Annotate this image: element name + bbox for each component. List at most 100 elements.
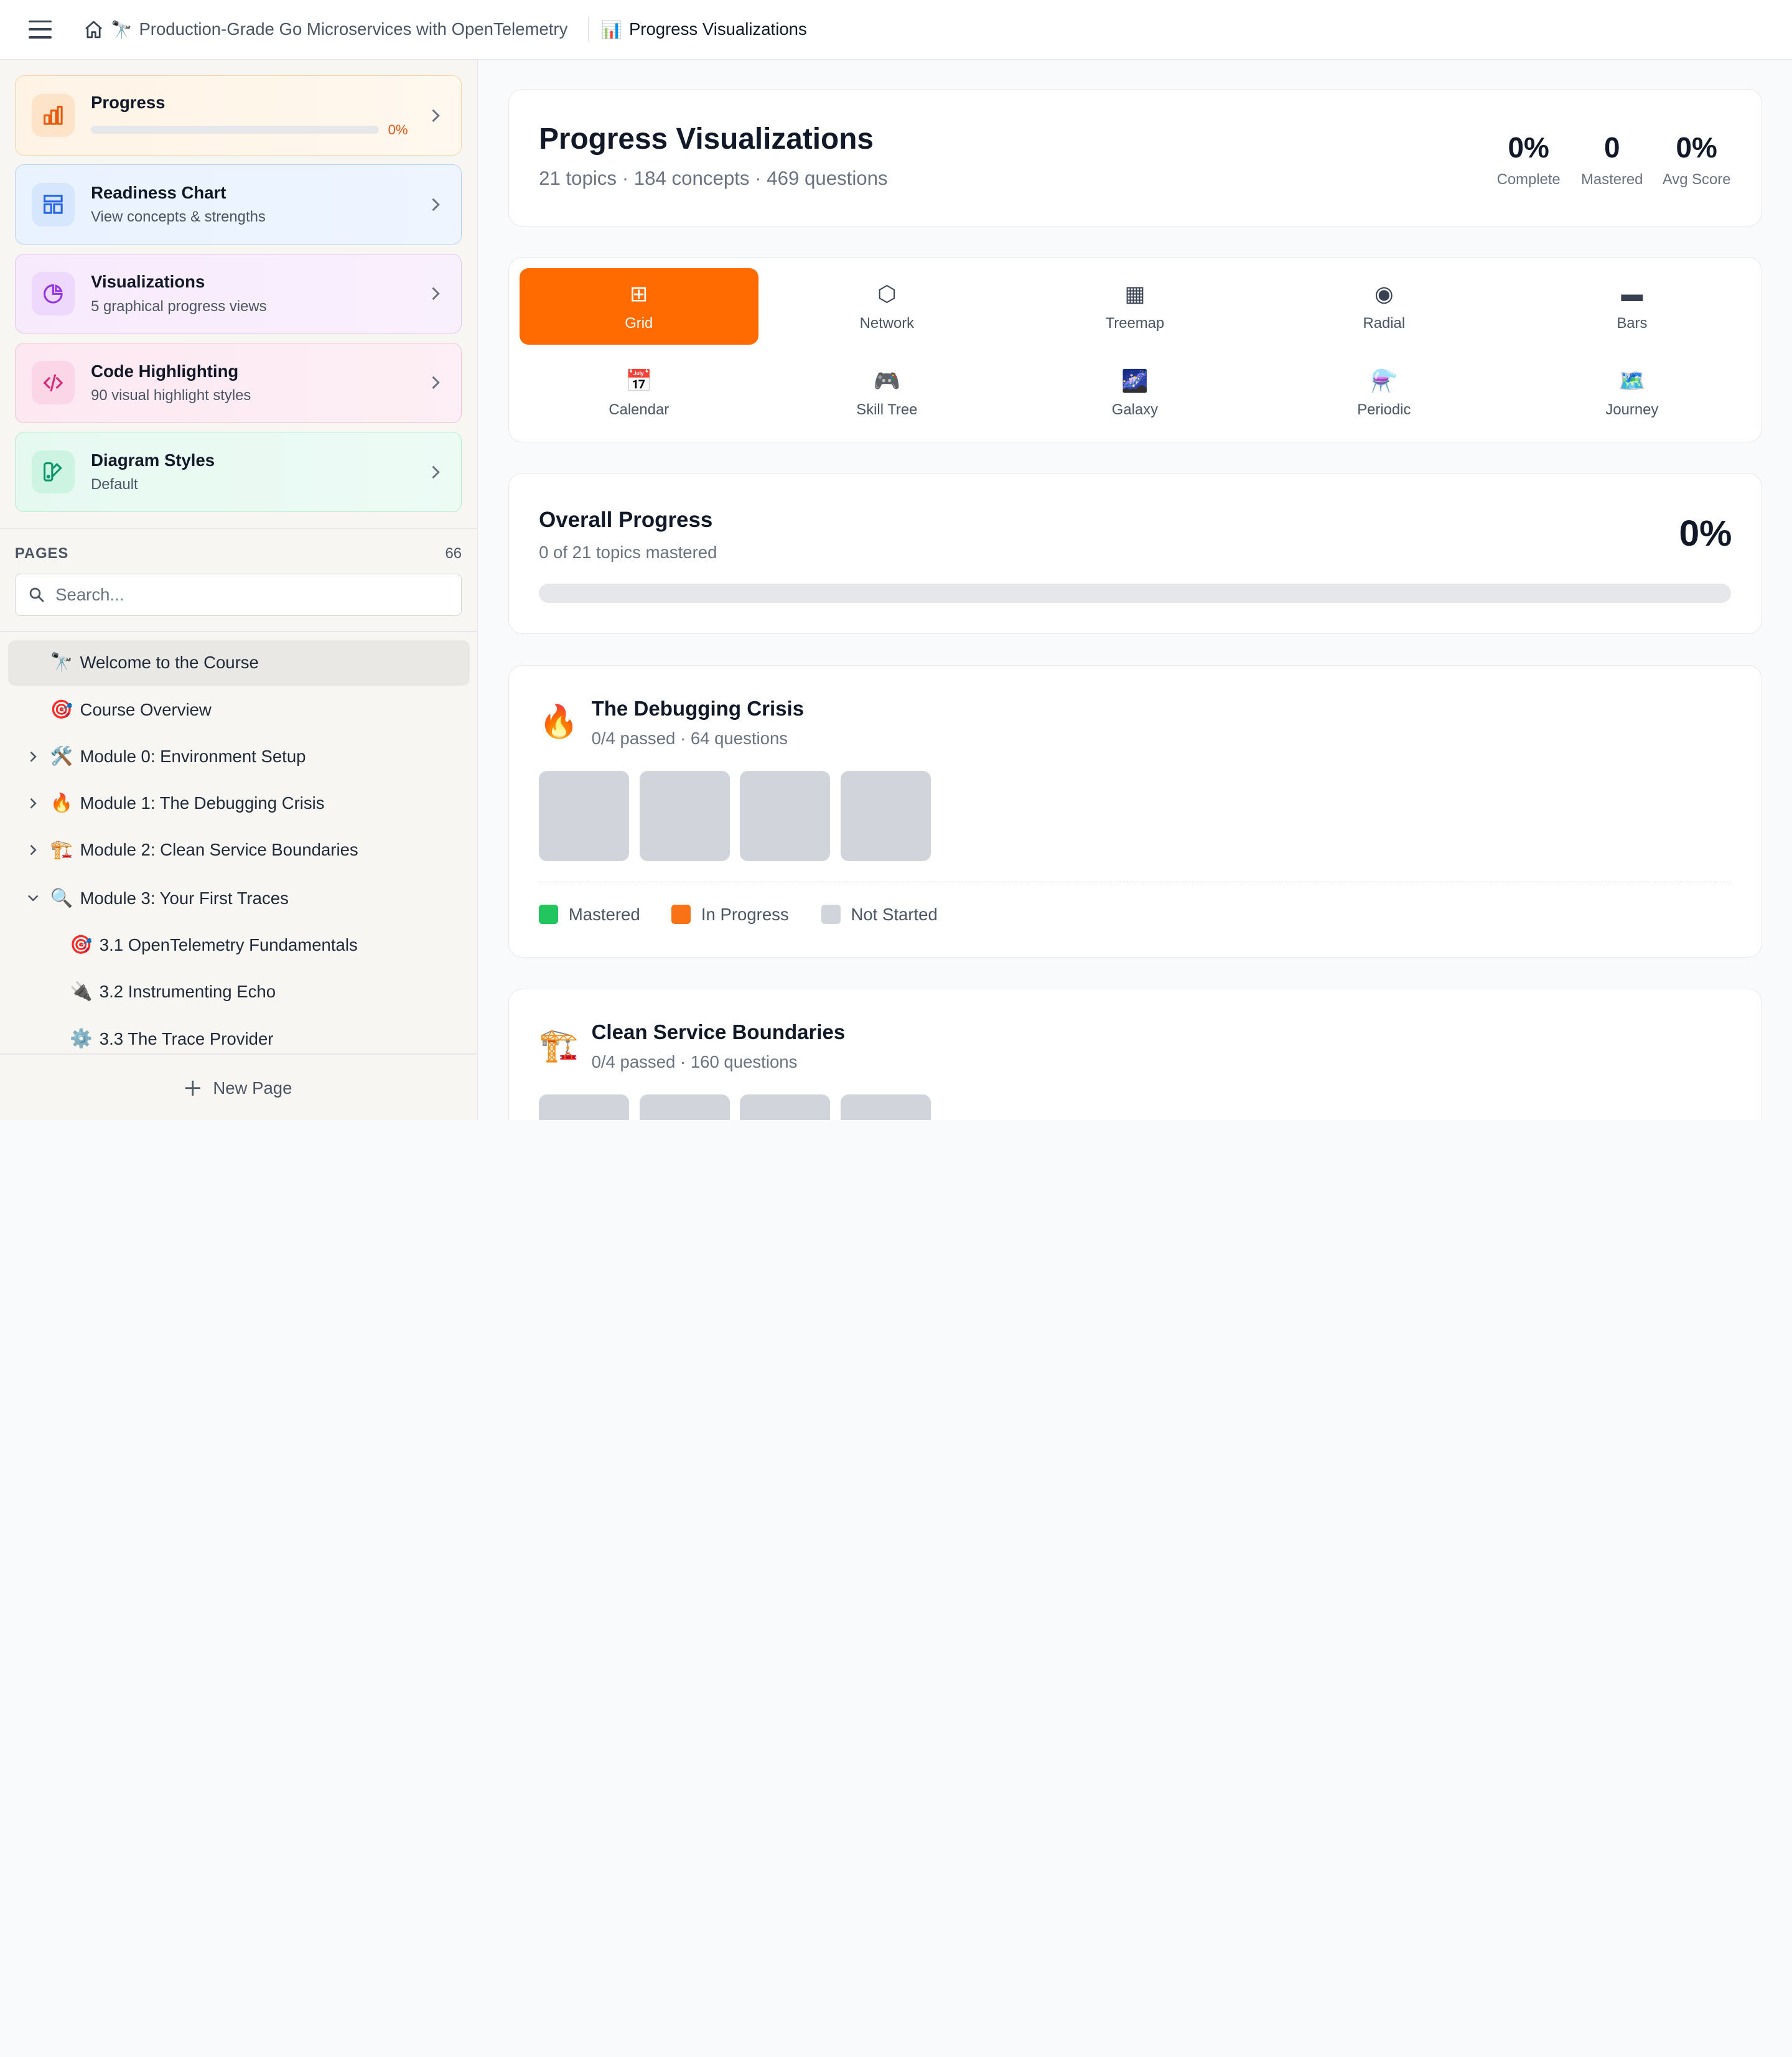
topic-card: 🔥 The Debugging Crisis 0/4 passed · 64 q… (508, 665, 1763, 958)
telescope-icon: 🔭 (111, 19, 133, 39)
topic-card: 🏗️ Clean Service Boundaries 0/4 passed ·… (508, 988, 1763, 1120)
tab-bars[interactable]: ▬ Bars (1513, 268, 1752, 345)
legend-label: In Progress (701, 904, 789, 924)
page-item-3-1[interactable]: 🎯 3.1 OpenTelemetry Fundamentals (8, 922, 470, 968)
stat-mastered: 0 Mastered (1578, 131, 1646, 189)
tab-calendar[interactable]: 📅 Calendar (520, 355, 758, 431)
legend-not-started: Not Started (821, 905, 938, 925)
readiness-chart-title: Readiness Chart (91, 183, 226, 203)
page-item-label: Course Overview (80, 699, 212, 719)
overall-progress-panel: Overall Progress 0 of 21 topics mastered… (508, 473, 1763, 635)
readiness-chart-card[interactable]: Readiness Chart View concepts & strength… (14, 164, 462, 245)
page-title: Progress Visualizations (539, 122, 874, 156)
diagram-styles-card[interactable]: Diagram Styles Default (14, 432, 462, 512)
page-item-module-3[interactable]: 🔍 Module 3: Your First Traces (8, 875, 470, 921)
tab-journey[interactable]: 🗺️ Journey (1513, 355, 1752, 431)
tab-network[interactable]: ⬡ Network (767, 268, 1006, 345)
legend-swatch (671, 905, 691, 925)
legend-label: Mastered (568, 904, 640, 924)
tab-treemap[interactable]: ▦ Treemap (1015, 268, 1254, 345)
page-item-module-0[interactable]: 🛠️ Module 0: Environment Setup (8, 734, 470, 779)
stat-value: 0% (1676, 131, 1717, 164)
concept-tile[interactable] (740, 1094, 831, 1120)
gamepad-icon: 🎮 (873, 368, 901, 393)
tab-galaxy[interactable]: 🌌 Galaxy (1015, 355, 1254, 431)
page-item-label: 3.3 The Trace Provider (99, 1028, 274, 1048)
grid-icon: ⊞ (630, 281, 648, 306)
page-item-label: 3.2 Instrumenting Echo (99, 982, 276, 1002)
tab-label: Grid (625, 314, 653, 332)
gear-icon: ⚙️ (70, 1028, 93, 1049)
progress-card[interactable]: Progress 0% (14, 75, 462, 156)
sidebar-divider (0, 528, 477, 529)
crane-icon: 🏗️ (539, 1026, 579, 1063)
chevron-right-icon[interactable] (27, 798, 39, 809)
topic-subtitle: 0/4 passed · 64 questions (591, 728, 788, 748)
hamburger-icon[interactable] (28, 20, 52, 39)
code-highlighting-title: Code Highlighting (91, 361, 239, 381)
new-page-button[interactable]: New Page (0, 1065, 477, 1111)
page-item-module-2[interactable]: 🏗️ Module 2: Clean Service Boundaries (8, 828, 470, 873)
chevron-right-icon[interactable] (27, 844, 39, 856)
chevron-right-icon (432, 465, 440, 478)
app-root: 🔭 Production-Grade Go Microservices with… (0, 0, 1792, 1120)
page-item-label: Welcome to the Course (80, 653, 259, 673)
new-page-label: New Page (213, 1078, 292, 1098)
concept-tile[interactable] (840, 1094, 931, 1120)
plus-icon (185, 1080, 201, 1096)
target-icon: 🎯 (50, 699, 73, 720)
visualizations-card[interactable]: Visualizations 5 graphical progress view… (14, 253, 462, 334)
legend-swatch (539, 905, 559, 925)
concept-tile[interactable] (840, 770, 931, 862)
magnifier-icon: 🔍 (50, 887, 73, 908)
chevron-down-icon[interactable] (27, 892, 39, 903)
target-icon: 🎯 (70, 934, 93, 955)
visualizations-subtitle: 5 graphical progress views (91, 297, 267, 315)
telescope-icon: 🔭 (50, 652, 73, 673)
visualizations-title: Visualizations (91, 272, 205, 292)
page-item-course-overview[interactable]: 🎯 Course Overview (8, 687, 470, 732)
top-bar: 🔭 Production-Grade Go Microservices with… (0, 0, 1792, 60)
tab-grid[interactable]: ⊞ Grid (519, 268, 758, 345)
bar-chart-icon (31, 93, 75, 138)
page-item-module-1[interactable]: 🔥 Module 1: The Debugging Crisis (8, 780, 470, 826)
readiness-chart-subtitle: View concepts & strengths (91, 208, 266, 226)
chevron-right-icon (432, 376, 440, 389)
search-box[interactable] (14, 574, 462, 616)
concept-tile[interactable] (539, 770, 630, 862)
concept-tile[interactable] (639, 1094, 730, 1120)
tab-label: Calendar (609, 401, 670, 419)
progress-card-bar (91, 126, 379, 134)
tab-label: Galaxy (1111, 401, 1159, 419)
page-item-label: 3.1 OpenTelemetry Fundamentals (99, 935, 358, 954)
galaxy-icon: 🌌 (1121, 368, 1149, 393)
search-input[interactable] (55, 584, 433, 605)
page-item-3-2[interactable]: 🔌 3.2 Instrumenting Echo (8, 969, 470, 1015)
legend-in-progress: In Progress (671, 905, 789, 925)
breadcrumb-separator (588, 17, 590, 42)
tab-skill-tree[interactable]: 🎮 Skill Tree (767, 355, 1006, 431)
breadcrumb-current-label: Progress Visualizations (628, 19, 807, 39)
topic-subtitle: 0/4 passed · 160 questions (591, 1052, 798, 1071)
stat-label: Avg Score (1662, 171, 1731, 189)
page-item-label: Module 3: Your First Traces (80, 888, 289, 908)
pie-chart-icon (31, 272, 75, 315)
home-icon[interactable] (83, 19, 104, 40)
tab-periodic[interactable]: ⚗️ Periodic (1264, 355, 1503, 431)
code-highlighting-subtitle: 90 visual highlight styles (91, 386, 251, 404)
legend-mastered: Mastered (539, 905, 640, 925)
concept-tile[interactable] (740, 770, 831, 862)
stat-avg-score: 0% Avg Score (1659, 131, 1734, 189)
chevron-right-icon[interactable] (27, 751, 39, 762)
breadcrumb-course[interactable]: 🔭 Production-Grade Go Microservices with… (111, 19, 567, 40)
map-icon: 🗺️ (1618, 368, 1646, 393)
header-panel: Progress Visualizations 21 topics · 184 … (508, 89, 1763, 226)
tab-label: Periodic (1357, 401, 1411, 419)
concept-tile[interactable] (639, 770, 730, 862)
sidebar-divider (0, 1053, 477, 1055)
concept-tile[interactable] (539, 1094, 630, 1120)
progress-card-title: Progress (91, 93, 166, 113)
code-highlighting-card[interactable]: Code Highlighting 90 visual highlight st… (14, 343, 462, 423)
tab-radial[interactable]: ◉ Radial (1264, 268, 1503, 345)
page-item-welcome[interactable]: 🔭 Welcome to the Course (7, 640, 470, 686)
